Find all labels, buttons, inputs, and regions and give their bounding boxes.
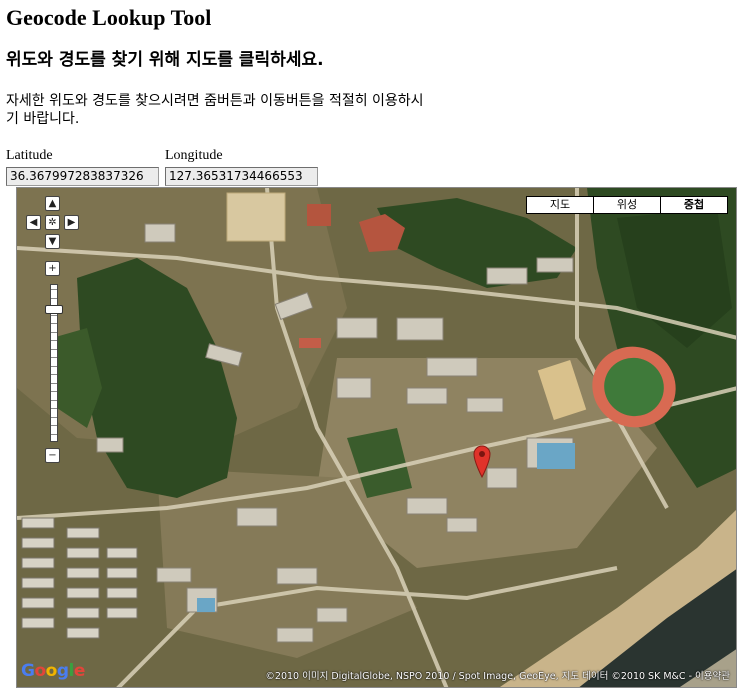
pan-center-button[interactable]: ✲ [45, 215, 60, 230]
map-canvas[interactable]: 지도 위성 중첩 ▲ ◀ ✲ ▶ ▼ + − Google ©2010 이미지 … [16, 187, 737, 688]
pan-up-button[interactable]: ▲ [45, 196, 60, 211]
zoom-slider-handle[interactable] [45, 304, 63, 314]
center-icon: ✲ [48, 217, 57, 228]
zoom-tick [51, 433, 57, 435]
zoom-in-button[interactable]: + [45, 261, 60, 276]
zoom-tick [51, 348, 57, 350]
latitude-input[interactable] [6, 166, 159, 186]
zoom-tick [51, 425, 57, 426]
zoom-tick [51, 331, 57, 333]
location-marker-icon[interactable] [472, 444, 492, 478]
zoom-tick [51, 357, 57, 358]
satellite-imagery [17, 188, 736, 687]
minus-icon: − [48, 450, 57, 461]
map-type-button-satellite[interactable]: 위성 [594, 197, 660, 213]
longitude-group: Longitude [165, 148, 318, 186]
page-description: 자세한 위도와 경도를 찾으시려면 줌버튼과 이동버튼을 적절히 이용하시기 바… [6, 93, 424, 127]
pan-right-button[interactable]: ▶ [64, 215, 79, 230]
zoom-tick [51, 323, 57, 324]
arrow-left-icon: ◀ [29, 217, 38, 228]
map-copyright[interactable]: ©2010 이미지 DigitalGlobe, NSPO 2010 / Spot… [265, 668, 730, 682]
latitude-label: Latitude [6, 148, 53, 163]
zoom-tick [51, 297, 57, 299]
longitude-input[interactable] [165, 166, 318, 186]
zoom-tick [51, 399, 57, 401]
google-logo[interactable]: Google [21, 661, 85, 681]
pan-down-button[interactable]: ▼ [45, 234, 60, 249]
zoom-tick [51, 340, 57, 341]
plus-icon: + [48, 263, 57, 274]
pan-left-button[interactable]: ◀ [26, 215, 41, 230]
zoom-out-button[interactable]: − [45, 448, 60, 463]
latitude-group: Latitude [6, 148, 159, 186]
zoom-tick [51, 314, 57, 316]
zoom-tick [51, 382, 57, 384]
zoom-tick [51, 391, 57, 392]
map-type-button-map[interactable]: 지도 [527, 197, 593, 213]
zoom-tick [51, 408, 57, 409]
arrow-down-icon: ▼ [48, 236, 57, 247]
zoom-tick [51, 365, 57, 367]
zoom-tick [51, 289, 57, 290]
arrow-up-icon: ▲ [48, 198, 57, 209]
zoom-tick [51, 416, 57, 418]
longitude-label: Longitude [165, 148, 223, 163]
page-subtitle: 위도와 경도를 찾기 위해 지도를 클릭하세요. [6, 50, 324, 70]
map-type-button-hybrid[interactable]: 중첩 [661, 197, 727, 213]
zoom-tick [51, 374, 57, 375]
map-type-control: 지도 위성 중첩 [526, 196, 728, 214]
arrow-right-icon: ▶ [67, 217, 76, 228]
page-title: Geocode Lookup Tool [6, 5, 212, 30]
